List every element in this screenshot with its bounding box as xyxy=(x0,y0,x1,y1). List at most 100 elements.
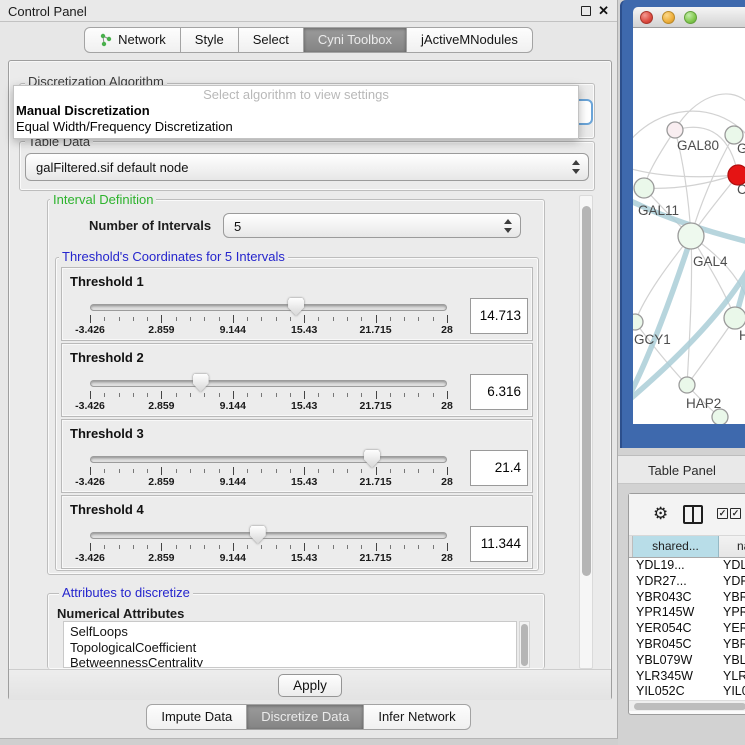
tab-network[interactable]: Network xyxy=(84,27,181,53)
list-item[interactable]: SelfLoops xyxy=(70,624,516,640)
slider-track[interactable] xyxy=(90,532,447,539)
algorithm-dropdown-popup: Select algorithm to view settings Manual… xyxy=(13,85,579,139)
tab-select[interactable]: Select xyxy=(239,27,304,53)
right-column: GAL80 GAL11 GAL4 GCY1 HAP2 G C H Table P… xyxy=(618,0,745,745)
stepper-arrows-icon xyxy=(504,219,512,233)
tab-impute-data[interactable]: Impute Data xyxy=(146,704,247,730)
threshold-3-label: Threshold 3 xyxy=(70,426,144,441)
node-label: GAL11 xyxy=(638,203,679,218)
dropdown-prompt: Select algorithm to view settings xyxy=(14,86,578,103)
table-row[interactable]: YDL19...YDL1 xyxy=(629,558,745,574)
network-canvas[interactable]: GAL80 GAL11 GAL4 GCY1 HAP2 G C H xyxy=(633,28,745,424)
apply-row: Apply xyxy=(9,669,611,700)
slider-tick-labels: -3.4262.8599.14415.4321.71528 xyxy=(90,552,447,564)
table-row[interactable]: YBR045CYBR0 xyxy=(629,637,745,653)
node-gal4 xyxy=(678,223,704,249)
slider-ticks xyxy=(90,543,447,551)
tab-infer-network[interactable]: Infer Network xyxy=(364,704,470,730)
column-header-name[interactable]: na xyxy=(719,536,745,557)
mac-close-icon[interactable] xyxy=(640,11,653,24)
number-of-intervals-label: Number of Intervals xyxy=(89,218,211,233)
node-gal80 xyxy=(667,122,683,138)
close-icon[interactable]: ✕ xyxy=(598,3,609,19)
slider-track[interactable] xyxy=(90,380,447,387)
network-view-window: GAL80 GAL11 GAL4 GCY1 HAP2 G C H xyxy=(620,0,745,448)
bottom-tab-bar: Impute Data Discretize Data Infer Networ… xyxy=(0,704,617,730)
numerical-attributes-list[interactable]: SelfLoops TopologicalCoefficient Between… xyxy=(63,621,517,668)
node-bottom-partial xyxy=(712,409,728,424)
threshold-1-value-field[interactable]: 14.713 xyxy=(470,298,528,334)
table-row[interactable]: YDR27...YDR2 xyxy=(629,574,745,590)
tab-label: Network xyxy=(118,28,166,52)
table-data-combobox[interactable]: galFiltered.sif default node xyxy=(25,153,589,181)
table-row[interactable]: YER054CYER0 xyxy=(629,621,745,637)
content-vertical-scrollbar[interactable] xyxy=(579,195,593,669)
table-row[interactable]: YBL079WYBL0 xyxy=(629,653,745,669)
slider-thumb[interactable] xyxy=(193,374,209,392)
attributes-list-scrollbar[interactable] xyxy=(519,621,530,668)
threshold-1-panel: Threshold 1 -3.4262.8599.14415.4321.7152… xyxy=(61,267,533,341)
number-of-intervals-value: 5 xyxy=(234,214,241,239)
table-row[interactable]: YBR043CYBR0 xyxy=(629,590,745,606)
dropdown-option-manual[interactable]: Manual Discretization xyxy=(14,103,578,119)
tab-discretize-data[interactable]: Discretize Data xyxy=(247,704,364,730)
mac-minimize-icon[interactable] xyxy=(662,11,675,24)
threshold-3-panel: Threshold 3 -3.4262.8599.14415.4321.7152… xyxy=(61,419,533,493)
node-label: HAP2 xyxy=(686,396,721,411)
threshold-1-slider[interactable] xyxy=(90,304,447,311)
slider-thumb[interactable] xyxy=(250,526,266,544)
attributes-group-label: Attributes to discretize xyxy=(59,586,193,599)
mac-zoom-icon[interactable] xyxy=(684,11,697,24)
node-label: GAL4 xyxy=(693,254,728,269)
threshold-3-value-field[interactable]: 21.4 xyxy=(470,450,528,486)
number-of-intervals-combobox[interactable]: 5 xyxy=(223,213,521,238)
slider-track[interactable] xyxy=(90,304,447,311)
threshold-3-slider[interactable] xyxy=(90,456,447,463)
tab-cyni-toolbox[interactable]: Cyni Toolbox xyxy=(304,27,407,53)
table-row[interactable]: YIL052CYIL0 xyxy=(629,684,745,700)
threshold-4-label: Threshold 4 xyxy=(70,502,144,517)
slider-tick-labels: -3.4262.8599.14415.4321.71528 xyxy=(90,476,447,488)
threshold-4-value-field[interactable]: 11.344 xyxy=(470,526,528,562)
interval-definition-label: Interval Definition xyxy=(50,193,156,206)
column-header-shared-name[interactable]: shared... xyxy=(633,536,719,557)
node-gal11 xyxy=(634,178,654,198)
cyni-toolbox-content: Discretization Algorithm Select algorith… xyxy=(8,60,612,700)
split-columns-icon[interactable] xyxy=(683,505,703,524)
node-label: GAL80 xyxy=(677,138,719,153)
node-label-clipped: H xyxy=(739,328,745,343)
tab-style[interactable]: Style xyxy=(181,27,239,53)
top-tab-bar: Network Style Select Cyni Toolbox jActiv… xyxy=(0,27,617,53)
scrollbar-thumb[interactable] xyxy=(634,703,745,710)
dropdown-option-equal-width[interactable]: Equal Width/Frequency Discretization xyxy=(14,119,578,135)
list-item[interactable]: TopologicalCoefficient xyxy=(70,640,516,656)
list-item[interactable]: BetweennessCentrality xyxy=(70,655,516,668)
float-window-icon[interactable] xyxy=(581,6,591,16)
network-window-titlebar xyxy=(633,7,745,28)
checked-box-icon[interactable]: ✓ xyxy=(730,508,741,519)
slider-thumb[interactable] xyxy=(364,450,380,468)
scrollbar-thumb[interactable] xyxy=(582,206,591,576)
threshold-2-slider[interactable] xyxy=(90,380,447,387)
node-hap2 xyxy=(679,377,695,393)
node-label-clipped: G xyxy=(737,141,745,156)
threshold-1-label: Threshold 1 xyxy=(70,274,144,289)
table-row[interactable]: YLR345WYLR3 xyxy=(629,669,745,685)
threshold-4-slider[interactable] xyxy=(90,532,447,539)
slider-tick-labels: -3.4262.8599.14415.4321.71528 xyxy=(90,400,447,412)
checked-box-icon[interactable]: ✓ xyxy=(717,508,728,519)
threshold-2-value-field[interactable]: 6.316 xyxy=(470,374,528,410)
screen: Control Panel ✕ Network Style Select Cyn… xyxy=(0,0,745,745)
apply-button[interactable]: Apply xyxy=(278,674,342,697)
table-horizontal-scrollbar[interactable] xyxy=(629,700,745,711)
tab-jactivemnodules[interactable]: jActiveMNodules xyxy=(407,27,533,53)
gear-icon[interactable]: ⚙ xyxy=(653,504,668,524)
scrollbar-thumb[interactable] xyxy=(521,624,528,666)
table-row[interactable]: YPR145WYPR1 xyxy=(629,605,745,621)
stepper-arrows-icon xyxy=(572,160,580,174)
slider-tick-labels: -3.4262.8599.14415.4321.71528 xyxy=(90,324,447,336)
node-label-clipped: C xyxy=(737,182,745,197)
slider-ticks xyxy=(90,315,447,323)
slider-thumb[interactable] xyxy=(288,298,304,316)
slider-track[interactable] xyxy=(90,456,447,463)
